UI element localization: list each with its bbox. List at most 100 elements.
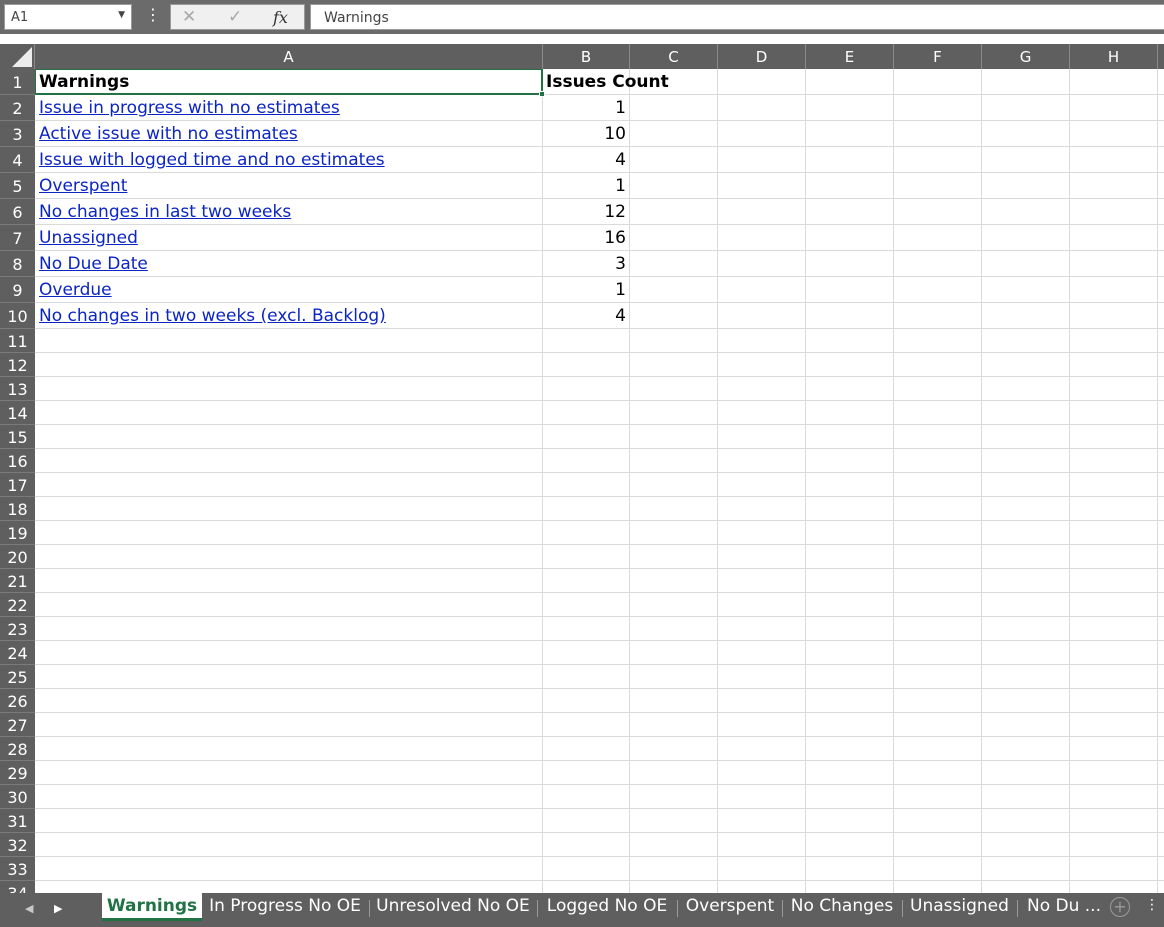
sheet-tab-in-progress-no-oe[interactable]: In Progress No OE	[206, 893, 364, 921]
row-header-18[interactable]: 18	[0, 497, 35, 521]
warning-link[interactable]: Issue in progress with no estimates	[39, 98, 539, 120]
cell-grid[interactable]: Warnings Issues Count Issue in progress …	[35, 69, 1164, 893]
column-header-b[interactable]: B	[543, 44, 630, 69]
column-header-d[interactable]: D	[718, 44, 806, 69]
gridline	[35, 688, 1164, 689]
row-header-4[interactable]: 4	[0, 147, 35, 173]
row-header-33[interactable]: 33	[0, 857, 35, 881]
row-header-10[interactable]: 10	[0, 303, 35, 329]
column-header-a[interactable]: A	[35, 44, 543, 69]
gridline	[35, 640, 1164, 641]
issues-count-cell[interactable]: 1	[544, 98, 626, 120]
gridline	[805, 69, 806, 893]
add-sheet-icon[interactable]: +	[1110, 897, 1130, 917]
warning-link[interactable]: Overspent	[39, 176, 539, 198]
gridline	[1069, 69, 1070, 893]
row-header-23[interactable]: 23	[0, 617, 35, 641]
row-header-29[interactable]: 29	[0, 761, 35, 785]
column-header-c[interactable]: C	[630, 44, 718, 69]
issues-count-cell[interactable]: 4	[544, 306, 626, 328]
gridline	[35, 276, 1164, 277]
column-header-g[interactable]: G	[982, 44, 1070, 69]
row-header-21[interactable]: 21	[0, 569, 35, 593]
issues-count-cell[interactable]: 12	[544, 202, 626, 224]
warning-link[interactable]: Active issue with no estimates	[39, 124, 539, 146]
row-header-28[interactable]: 28	[0, 737, 35, 761]
sheet-tab-overspent[interactable]: Overspent	[683, 893, 777, 921]
row-header-9[interactable]: 9	[0, 277, 35, 303]
gridline	[35, 328, 1164, 329]
issues-count-cell[interactable]: 3	[544, 254, 626, 276]
row-header-31[interactable]: 31	[0, 809, 35, 833]
row-header-11[interactable]: 11	[0, 329, 35, 353]
gridline	[981, 69, 982, 893]
gridline	[35, 784, 1164, 785]
name-box[interactable]: A1 ▼	[4, 4, 132, 30]
sheet-tab-logged-no-oe[interactable]: Logged No OE	[543, 893, 671, 921]
gridline	[35, 616, 1164, 617]
issues-count-cell[interactable]: 4	[544, 150, 626, 172]
enter-check-icon[interactable]: ✓	[228, 7, 242, 27]
sheet-tab-bar: ◀ ▶ Warnings In Progress No OE Unresolve…	[0, 893, 1164, 927]
row-header-7[interactable]: 7	[0, 225, 35, 251]
warning-link[interactable]: Unassigned	[39, 228, 539, 250]
scroll-tabs-right-icon[interactable]: ▶	[54, 902, 62, 915]
row-header-30[interactable]: 30	[0, 785, 35, 809]
gridline	[35, 568, 1164, 569]
row-header-8[interactable]: 8	[0, 251, 35, 277]
select-all-button[interactable]	[0, 44, 35, 69]
row-header-17[interactable]: 17	[0, 473, 35, 497]
row-header-13[interactable]: 13	[0, 377, 35, 401]
row-header-5[interactable]: 5	[0, 173, 35, 199]
gridline	[35, 736, 1164, 737]
row-header-6[interactable]: 6	[0, 199, 35, 225]
more-options-icon[interactable]: ⋮	[1145, 897, 1159, 913]
row-header-2[interactable]: 2	[0, 95, 35, 121]
formula-input[interactable]: Warnings	[310, 4, 1164, 30]
warning-link[interactable]: Overdue	[39, 280, 539, 302]
scroll-tabs-left-icon[interactable]: ◀	[25, 902, 33, 915]
formula-value: Warnings	[324, 10, 389, 26]
row-header-34[interactable]: 34	[0, 881, 35, 893]
row-header-22[interactable]: 22	[0, 593, 35, 617]
row-header-3[interactable]: 3	[0, 121, 35, 147]
sheet-tab-no-changes[interactable]: No Changes	[788, 893, 896, 921]
chevron-down-icon[interactable]: ▼	[118, 10, 125, 20]
row-header-bar: 1 2 3 4 5 6 7 8 9 10 11 12 13 14 15 16 1…	[0, 69, 35, 893]
issues-count-cell[interactable]: 1	[544, 176, 626, 198]
column-header-f[interactable]: F	[894, 44, 982, 69]
cell-b1-header[interactable]: Issues Count	[546, 72, 716, 94]
row-header-1[interactable]: 1	[0, 69, 35, 95]
row-header-27[interactable]: 27	[0, 713, 35, 737]
column-header-bar: A B C D E F G H	[0, 44, 1164, 69]
sheet-tab-unassigned[interactable]: Unassigned	[908, 893, 1011, 921]
row-header-19[interactable]: 19	[0, 521, 35, 545]
row-header-20[interactable]: 20	[0, 545, 35, 569]
cancel-icon[interactable]: ✕	[182, 7, 196, 27]
issues-count-cell[interactable]: 10	[544, 124, 626, 146]
row-header-26[interactable]: 26	[0, 689, 35, 713]
fill-handle[interactable]	[539, 91, 545, 97]
row-header-25[interactable]: 25	[0, 665, 35, 689]
issues-count-cell[interactable]: 16	[544, 228, 626, 250]
warning-link[interactable]: No changes in two weeks (excl. Backlog)	[39, 306, 539, 328]
cell-a1-header[interactable]: Warnings	[39, 72, 539, 94]
insert-function-icon[interactable]: fx	[273, 8, 288, 27]
row-header-32[interactable]: 32	[0, 833, 35, 857]
warning-link[interactable]: Issue with logged time and no estimates	[39, 150, 539, 172]
sheet-tab-warnings[interactable]: Warnings	[102, 893, 202, 921]
row-header-12[interactable]: 12	[0, 353, 35, 377]
row-header-16[interactable]: 16	[0, 449, 35, 473]
warning-link[interactable]: No Due Date	[39, 254, 539, 276]
warning-link[interactable]: No changes in last two weeks	[39, 202, 539, 224]
column-header-e[interactable]: E	[806, 44, 894, 69]
issues-count-cell[interactable]: 1	[544, 280, 626, 302]
more-options-icon[interactable]: ⋮	[145, 7, 161, 23]
row-header-14[interactable]: 14	[0, 401, 35, 425]
column-header-h[interactable]: H	[1070, 44, 1158, 69]
sheet-tab-no-due[interactable]: No Du ...	[1023, 893, 1105, 921]
row-header-24[interactable]: 24	[0, 641, 35, 665]
sheet-tab-unresolved-no-oe[interactable]: Unresolved No OE	[375, 893, 531, 921]
row-header-15[interactable]: 15	[0, 425, 35, 449]
gridline	[35, 832, 1164, 833]
